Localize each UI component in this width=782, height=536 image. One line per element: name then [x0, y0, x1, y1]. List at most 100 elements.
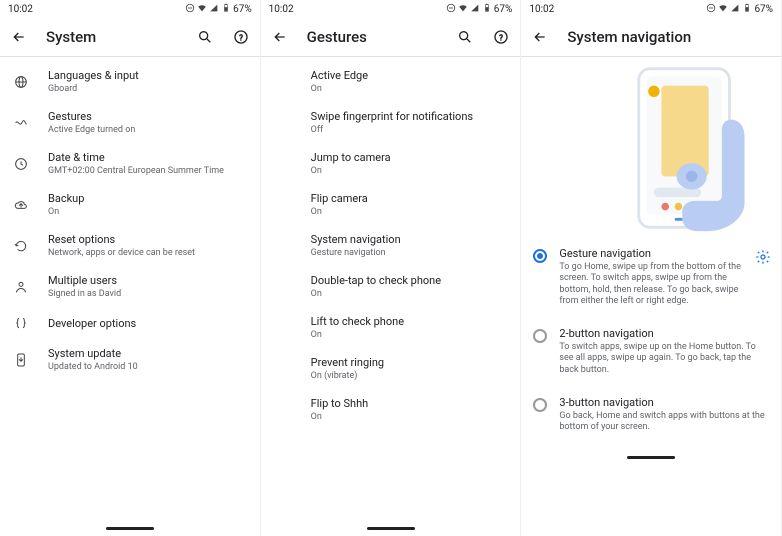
svg-text:?: ? [239, 33, 243, 42]
item-icon [10, 156, 32, 172]
list-item[interactable]: Reset optionsNetwork, apps or device can… [0, 225, 260, 266]
page-title: System navigation [567, 28, 771, 46]
item-title: System navigation [311, 233, 507, 246]
option-title: Gesture navigation [559, 247, 743, 260]
radio-option[interactable]: 3-button navigation Go back, Home and swi… [521, 386, 781, 444]
nav-pill[interactable] [367, 527, 415, 530]
item-title: Swipe fingerprint for notifications [311, 110, 507, 123]
gear-icon[interactable] [755, 249, 771, 265]
list-item[interactable]: Developer options [0, 307, 260, 339]
radio-button[interactable] [533, 249, 547, 263]
nav-pill[interactable] [106, 527, 154, 530]
item-subtitle: GMT+02:00 Central European Summer Time [48, 166, 246, 176]
help-button[interactable]: ? [232, 28, 250, 46]
navbar[interactable] [521, 443, 781, 465]
nav-pill[interactable] [627, 456, 675, 459]
item-subtitle: On [311, 330, 507, 340]
radio-button[interactable] [533, 398, 547, 412]
clock: 10:02 [529, 4, 554, 15]
item-subtitle: On [311, 289, 507, 299]
wifi-icon [718, 3, 728, 16]
item-subtitle: Gesture navigation [311, 248, 507, 258]
page-title: Gestures [307, 28, 439, 46]
status-icons: 67% [706, 3, 773, 16]
statusbar: 10:02 67% [521, 0, 781, 18]
search-button[interactable] [456, 28, 474, 46]
item-icon [10, 74, 32, 90]
item-title: Active Edge [311, 69, 507, 82]
signal-icon [730, 3, 740, 16]
screen-gestures: 10:02 67% Gestures ? Active Edge On Swipe … [261, 0, 522, 536]
item-subtitle: Active Edge turned on [48, 125, 246, 135]
dnd-icon [185, 3, 195, 16]
appbar: Gestures ? [261, 18, 521, 56]
item-title: Reset options [48, 233, 246, 246]
list-item[interactable]: System navigation Gesture navigation [261, 225, 521, 266]
list-item[interactable]: System updateUpdated to Android 10 [0, 339, 260, 380]
signal-icon [470, 3, 480, 16]
statusbar: 10:02 67% [261, 0, 521, 18]
list-item[interactable]: Languages & input Gboard [0, 61, 260, 102]
item-subtitle: On [311, 412, 507, 422]
item-title: Backup [48, 192, 246, 205]
list-item[interactable]: Swipe fingerprint for notificationsOff [261, 102, 521, 143]
help-button[interactable]: ? [492, 28, 510, 46]
item-subtitle: Signed in as David [48, 289, 246, 299]
list-item[interactable]: Prevent ringingOn (vibrate) [261, 348, 521, 389]
item-title: Lift to check phone [311, 315, 507, 328]
item-subtitle: Gboard [48, 84, 246, 94]
screen-system: 10:02 67% System ? Languages & input Gboa… [0, 0, 261, 536]
back-button[interactable] [10, 28, 28, 46]
list-item[interactable]: Double-tap to check phone On [261, 266, 521, 307]
list-item[interactable]: Active Edge On [261, 61, 521, 102]
item-title: Jump to camera [311, 151, 507, 164]
gesture-illustration [601, 63, 771, 233]
item-subtitle: On [48, 207, 246, 217]
item-icon [10, 115, 32, 131]
item-subtitle: On [311, 166, 507, 176]
item-subtitle: On [311, 84, 507, 94]
list-item[interactable]: Backup On [0, 184, 260, 225]
option-desc: Go back, Home and switch apps with butto… [559, 411, 771, 434]
back-button[interactable] [271, 28, 289, 46]
nav-options: Gesture navigationTo go Home, swipe up f… [521, 237, 781, 443]
radio-option[interactable]: Gesture navigationTo go Home, swipe up f… [521, 237, 781, 317]
list-item[interactable]: Date & timeGMT+02:00 Central European Su… [0, 143, 260, 184]
status-icons: 67% [446, 3, 513, 16]
status-icons: 67% [185, 3, 252, 16]
list-item[interactable]: Flip to Shhh On [261, 389, 521, 430]
item-title: Prevent ringing [311, 356, 507, 369]
item-title: Flip to Shhh [311, 397, 507, 410]
list-item[interactable]: Flip cameraOn [261, 184, 521, 225]
list-item[interactable]: Multiple users Signed in as David [0, 266, 260, 307]
back-button[interactable] [531, 28, 549, 46]
item-title: Double-tap to check phone [311, 274, 507, 287]
battery-pct: 67% [494, 4, 513, 15]
illustration [521, 57, 781, 237]
navbar[interactable] [261, 514, 521, 536]
radio-option[interactable]: 2-button navigationTo switch apps, swipe… [521, 317, 781, 386]
signal-icon [209, 3, 219, 16]
item-icon [10, 315, 32, 331]
list-item[interactable]: Jump to camera On [261, 143, 521, 184]
item-title: Flip camera [311, 192, 507, 205]
option-title: 3-button navigation [559, 396, 771, 409]
battery-icon [742, 3, 752, 16]
list-item[interactable]: GesturesActive Edge turned on [0, 102, 260, 143]
option-title: 2-button navigation [559, 327, 771, 340]
item-title: Multiple users [48, 274, 246, 287]
appbar: System navigation [521, 18, 781, 56]
battery-icon [221, 3, 231, 16]
list-item[interactable]: Lift to check phone On [261, 307, 521, 348]
item-icon [10, 352, 32, 368]
item-title: Languages & input [48, 69, 246, 82]
item-icon [10, 238, 32, 254]
navbar[interactable] [0, 514, 260, 536]
search-button[interactable] [196, 28, 214, 46]
dnd-icon [446, 3, 456, 16]
statusbar: 10:02 67% [0, 0, 260, 18]
radio-button[interactable] [533, 329, 547, 343]
clock: 10:02 [8, 4, 33, 15]
appbar: System ? [0, 18, 260, 56]
battery-pct: 67% [754, 4, 773, 15]
